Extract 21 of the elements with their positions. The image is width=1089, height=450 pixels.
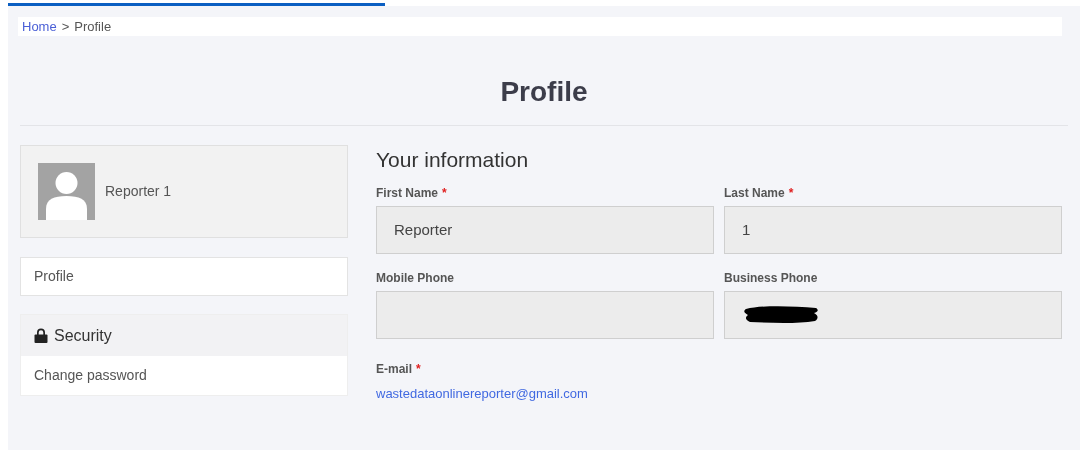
menu-link[interactable]: Change password [21,356,347,395]
input-field[interactable]: 1 [724,206,1062,254]
email-link[interactable]: wastedataonlinereporter@gmail.com [376,384,588,404]
field-label: Last Name * [724,185,795,200]
input-field[interactable] [724,291,1062,339]
breadcrumb-text: Profile [74,17,112,36]
field-label: Mobile Phone [376,270,455,285]
field-label: E-mail * [376,361,422,378]
lock-icon [34,328,48,343]
input-field[interactable]: Reporter [376,206,714,254]
section-header: Security [54,325,112,346]
user-name: Reporter 1 [105,182,172,201]
breadcrumb-link[interactable]: Home [22,16,57,37]
page-title: Profile [499,75,589,109]
field-label: Business Phone [724,270,819,285]
profile-link[interactable]: Profile [20,257,348,296]
input-field[interactable] [376,291,714,339]
section-title: Your information [376,147,530,173]
breadcrumb-text: > [61,17,70,36]
avatar-icon [38,163,95,220]
field-label: First Name * [376,185,448,200]
